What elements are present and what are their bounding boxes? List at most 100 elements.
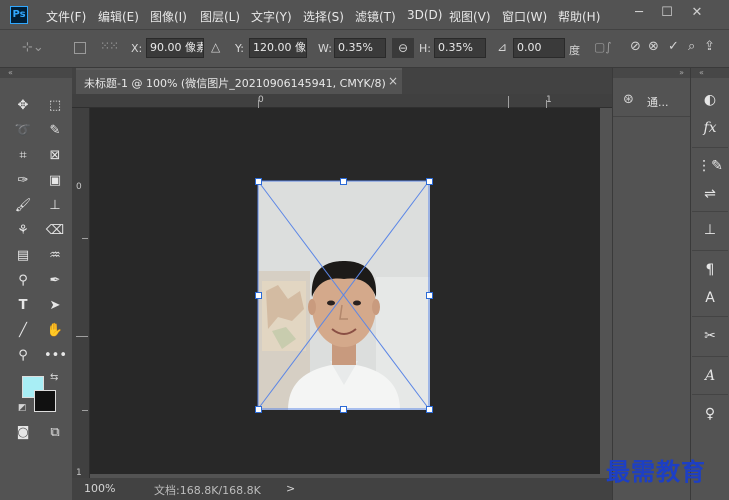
lasso-tool-icon[interactable]: ➰: [12, 121, 34, 141]
menu-3d[interactable]: 3D(D): [407, 8, 442, 22]
angle-field[interactable]: 0.00: [513, 38, 565, 58]
minimize-icon[interactable]: ─: [626, 4, 652, 22]
menu-layer[interactable]: 图层(L): [200, 8, 240, 25]
panel-divider: [613, 116, 691, 117]
search-icon[interactable]: ⌕: [688, 39, 695, 54]
w-label: W:: [318, 42, 332, 55]
hand-tool-icon[interactable]: ✋: [44, 321, 66, 341]
transform-handle-bottom[interactable]: [340, 406, 347, 413]
zoom-tool-icon[interactable]: ⚲: [12, 346, 34, 366]
marquee-tool-icon[interactable]: ⬚: [44, 96, 66, 116]
gradient-tool-icon[interactable]: ▤: [12, 246, 34, 266]
commit-transform-icon[interactable]: ✓: [668, 39, 679, 54]
glyphs-icon[interactable]: A: [697, 364, 723, 388]
collapsed-panel-dock: » ⊛ 通...: [612, 68, 691, 500]
status-menu-arrow[interactable]: >: [286, 482, 295, 495]
history-brush-tool-icon[interactable]: ⚘: [12, 221, 34, 241]
paragraph-styles-icon[interactable]: ¶: [697, 258, 723, 282]
dock-divider: [692, 211, 728, 212]
angle-unit: 度: [569, 44, 580, 57]
brush-settings-icon[interactable]: ⋮✎: [697, 154, 723, 178]
default-colors-icon[interactable]: ◩: [18, 403, 27, 413]
interpolation-icon[interactable]: ▢∫: [594, 40, 612, 54]
w-field[interactable]: 0.35%: [334, 38, 386, 58]
brushes-icon[interactable]: ⇌: [697, 182, 723, 206]
quick-selection-tool-icon[interactable]: ✎: [44, 121, 66, 141]
clone-source-icon[interactable]: ⊥: [697, 218, 723, 242]
type-tool-icon[interactable]: T: [12, 296, 34, 316]
close-tab-icon[interactable]: ×: [388, 74, 398, 88]
background-color-swatch[interactable]: [34, 390, 56, 412]
x-field[interactable]: 90.00 像素: [146, 38, 204, 58]
x-label: X:: [131, 42, 143, 55]
transform-tool-icon[interactable]: ⊹⌄: [22, 40, 44, 55]
status-bar: 100% 文档:168.8K/168.8K >: [72, 478, 612, 500]
share-icon[interactable]: ⇪: [704, 39, 715, 54]
menu-window[interactable]: 窗口(W): [502, 8, 547, 25]
zoom-level[interactable]: 100%: [84, 482, 115, 495]
menu-file[interactable]: 文件(F): [46, 8, 86, 25]
link-icon[interactable]: ⊖: [392, 38, 414, 58]
eraser-tool-icon[interactable]: ⌫: [44, 221, 66, 241]
menu-edit[interactable]: 编辑(E): [98, 8, 139, 25]
menu-select[interactable]: 选择(S): [303, 8, 344, 25]
y-field[interactable]: 120.00 像素: [249, 38, 307, 58]
menu-image[interactable]: 图像(I): [150, 8, 187, 25]
menu-help[interactable]: 帮助(H): [558, 8, 600, 25]
channels-panel-label[interactable]: 通...: [647, 94, 669, 110]
more-tools-icon[interactable]: •••: [44, 346, 67, 366]
ruler-horizontal: 0 1: [72, 94, 612, 108]
tools-settings-icon[interactable]: ✂: [697, 324, 723, 348]
maximize-icon[interactable]: ☐: [654, 4, 680, 22]
panel-collapse-bar[interactable]: «: [0, 68, 72, 78]
ruler-tick: [258, 100, 259, 108]
brush-tool-icon[interactable]: 🖌: [12, 196, 34, 216]
dock-divider: [692, 147, 728, 148]
quick-mask-icon[interactable]: ◙: [12, 423, 34, 443]
delta-icon[interactable]: △: [211, 40, 220, 54]
transform-handle-bottom-left[interactable]: [255, 406, 262, 413]
transform-handle-right[interactable]: [426, 292, 433, 299]
learn-icon[interactable]: ♀: [697, 402, 723, 426]
line-tool-icon[interactable]: ╱: [12, 321, 34, 341]
close-icon[interactable]: ✕: [684, 4, 710, 22]
dock-collapse-bar[interactable]: «: [691, 68, 729, 78]
screen-mode-icon[interactable]: ⧉: [44, 423, 66, 443]
transform-handle-top[interactable]: [340, 178, 347, 185]
warp-icon[interactable]: ⊘: [630, 39, 641, 54]
transform-handle-bottom-right[interactable]: [426, 406, 433, 413]
path-selection-tool-icon[interactable]: ➤: [44, 296, 66, 316]
frame-tool-icon[interactable]: ⊠: [44, 146, 66, 166]
menu-view[interactable]: 视图(V): [449, 8, 491, 25]
panel-expand-bar[interactable]: »: [613, 68, 690, 78]
channels-icon[interactable]: ⊛: [623, 92, 634, 107]
ruler-left-1: 1: [76, 468, 82, 478]
reference-point-icon[interactable]: ⁙⁙: [100, 39, 119, 53]
dodge-tool-icon[interactable]: ⚲: [12, 271, 34, 291]
checkbox-icon[interactable]: [74, 42, 86, 54]
adjustments-icon[interactable]: ◐: [697, 88, 723, 112]
stamp-tool-icon[interactable]: ⊥: [44, 196, 66, 216]
h-field[interactable]: 0.35%: [434, 38, 486, 58]
menu-bar: Ps 文件(F) 编辑(E) 图像(I) 图层(L) 文字(Y) 选择(S) 滤…: [0, 0, 729, 30]
transform-handle-top-right[interactable]: [426, 178, 433, 185]
blur-tool-icon[interactable]: ♒: [44, 246, 66, 266]
options-bar: ⊹⌄ ⁙⁙ X: 90.00 像素 △ Y: 120.00 像素 W: 0.35…: [0, 30, 729, 68]
pen-tool-icon[interactable]: ✒: [44, 271, 66, 291]
styles-icon[interactable]: fx: [697, 116, 723, 140]
transform-bounding-box[interactable]: [250, 173, 438, 418]
eyedropper-tool-icon[interactable]: ✑: [12, 171, 34, 191]
watermark-text: 最需教育: [606, 457, 706, 486]
crop-tool-icon[interactable]: ⌗: [12, 146, 34, 166]
menu-type[interactable]: 文字(Y): [251, 8, 292, 25]
document-tab[interactable]: 未标题-1 @ 100% (微信图片_20210906145941, CMYK/…: [76, 68, 402, 94]
transform-handle-left[interactable]: [255, 292, 262, 299]
cancel-transform-icon[interactable]: ⊗: [648, 39, 659, 54]
patch-tool-icon[interactable]: ▣: [44, 171, 66, 191]
dock-divider: [692, 250, 728, 251]
transform-handle-top-left[interactable]: [255, 178, 262, 185]
character-styles-icon[interactable]: A: [697, 286, 723, 310]
swap-colors-icon[interactable]: ⇆: [50, 372, 58, 383]
menu-filter[interactable]: 滤镜(T): [355, 8, 396, 25]
move-tool-icon[interactable]: ✥: [12, 96, 34, 116]
